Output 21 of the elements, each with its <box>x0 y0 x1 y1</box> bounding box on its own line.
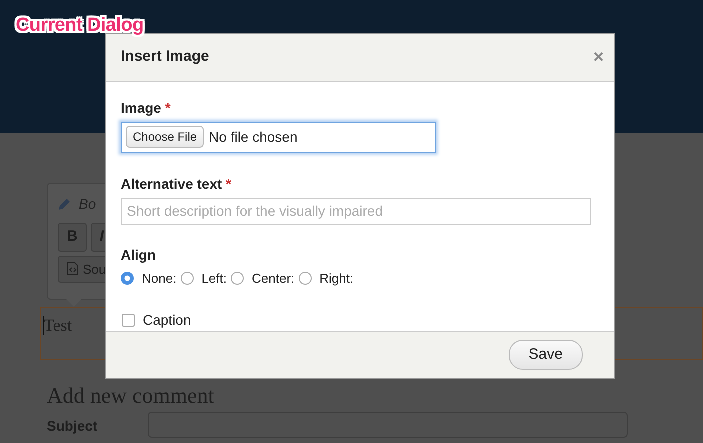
save-button[interactable]: Save <box>508 340 583 370</box>
align-option-label: Center: <box>252 270 295 288</box>
dialog-title: Insert Image <box>121 47 210 68</box>
align-label: Align <box>121 246 157 265</box>
align-radio[interactable] <box>180 272 194 285</box>
image-label: Image * <box>121 98 172 118</box>
caption-label: Caption <box>143 311 192 330</box>
annotation-label: Current Dialog <box>16 14 144 38</box>
align-radio[interactable] <box>298 272 312 285</box>
file-input[interactable]: Choose File No file chosen <box>121 122 436 153</box>
caption-checkbox[interactable] <box>122 314 135 328</box>
align-option-label: Right: <box>320 270 354 288</box>
align-radio[interactable] <box>121 272 134 285</box>
close-button[interactable]: × <box>593 48 604 66</box>
align-option-label: None: <box>142 270 177 288</box>
alt-text-label: Alternative text * <box>121 174 232 194</box>
align-option-label: Left: <box>202 270 227 288</box>
alt-text-field[interactable]: Short description for the visually impaired <box>121 198 591 225</box>
align-radio[interactable] <box>231 272 244 285</box>
source-code-icon <box>67 262 79 276</box>
pencil-icon <box>58 198 71 211</box>
